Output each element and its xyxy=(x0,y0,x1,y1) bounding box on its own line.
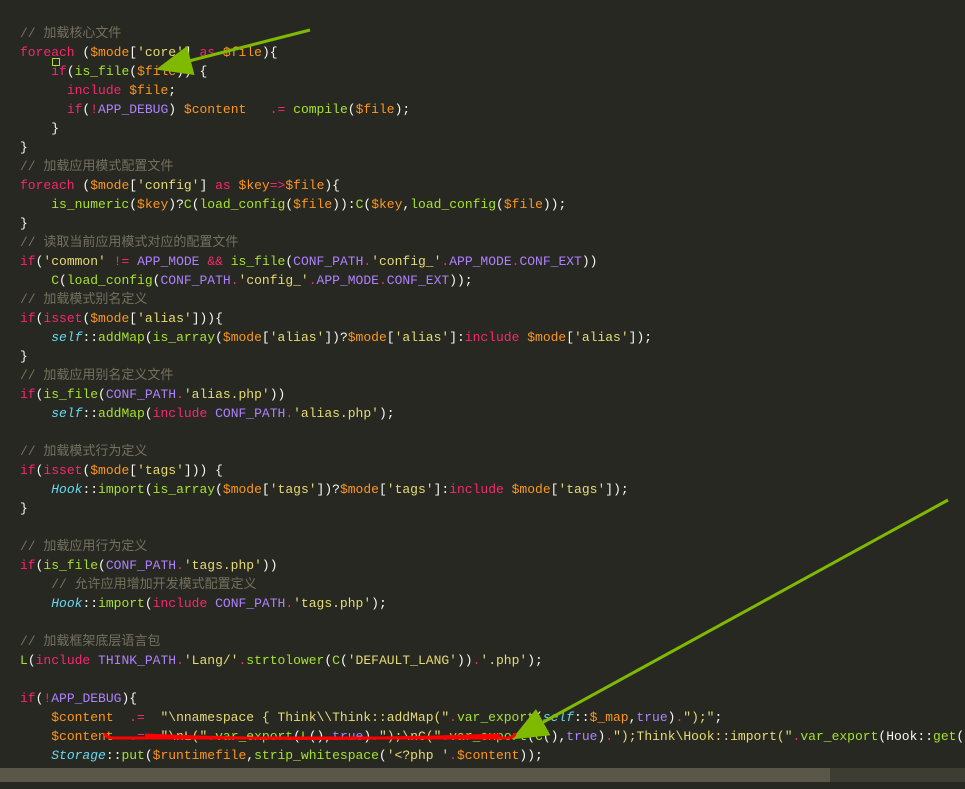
code-editor-content: // 加载核心文件 foreach ($mode['core'] as $fil… xyxy=(0,0,965,789)
comment: // 加载应用模式配置文件 xyxy=(20,159,173,174)
scrollbar-thumb[interactable] xyxy=(0,768,830,782)
comment: // 读取当前应用模式对应的配置文件 xyxy=(20,235,238,250)
comment: // 加载核心文件 xyxy=(20,26,121,41)
comment: // 加载框架底层语言包 xyxy=(20,634,160,649)
keyword-foreach: foreach xyxy=(20,45,75,60)
comment: // 加载模式行为定义 xyxy=(20,444,147,459)
gutter-marker-icon xyxy=(52,58,60,66)
comment: // 加载应用行为定义 xyxy=(20,539,147,554)
horizontal-scrollbar[interactable] xyxy=(0,768,965,782)
comment: // 加载模式别名定义 xyxy=(20,292,147,307)
comment: // 允许应用增加开发模式配置定义 xyxy=(51,577,256,592)
keyword-include: include xyxy=(67,83,122,98)
comment: // 加载应用别名定义文件 xyxy=(20,368,173,383)
